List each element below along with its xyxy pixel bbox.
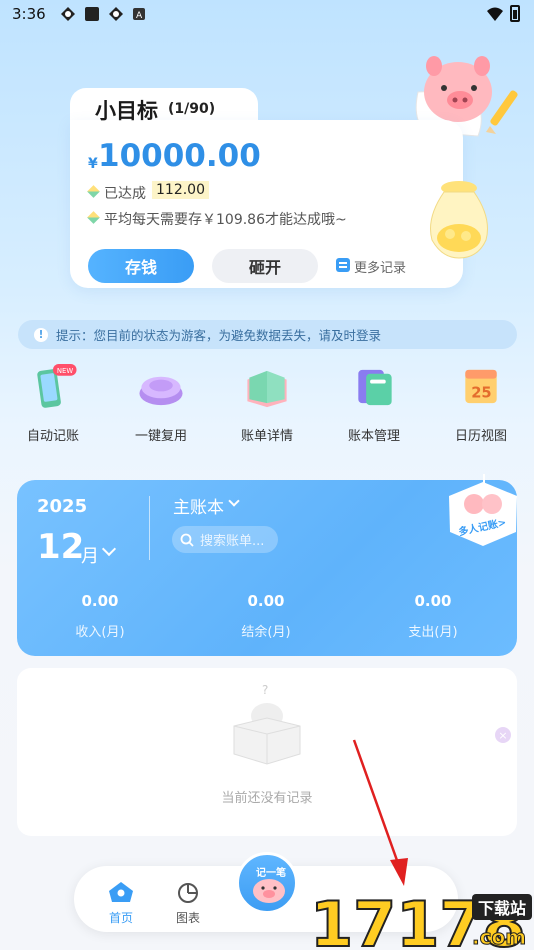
break-button[interactable]: 砸开 <box>212 249 318 283</box>
goal-count: (1/90) <box>168 101 216 117</box>
calendar-day: 25 <box>471 384 491 401</box>
search-placeholder: 搜索账单... <box>200 534 265 549</box>
book-selector[interactable]: 主账本 <box>173 493 224 518</box>
feature-label: 日历视图 <box>454 429 507 444</box>
balance-label: 结余(月) <box>241 625 291 640</box>
notice-text: 提示：您目前的状态为游客，为避免数据丢失，请及时登录 <box>56 328 382 343</box>
feature-label: 自动记账 <box>26 429 79 444</box>
watermark-suffix: .com <box>472 925 526 949</box>
feature-one-click-reuse[interactable]: 一键复用 <box>117 362 205 444</box>
feature-label: 账单详情 <box>240 429 293 444</box>
feature-auto-record[interactable]: NEW 自动记账 <box>9 362 97 444</box>
svg-text:A: A <box>136 11 143 20</box>
new-badge: NEW <box>57 367 73 375</box>
daily-hint: 平均每天需要存￥109.86才能达成哦~ <box>104 212 347 228</box>
guest-notice-bar[interactable]: ! 提示：您目前的状态为游客，为避免数据丢失，请及时登录 <box>18 320 517 349</box>
account-month[interactable]: 12 <box>37 527 84 567</box>
site-watermark: 17178 下载站 .com <box>309 887 532 950</box>
income-value: 0.00 <box>81 592 119 610</box>
feature-ledger-manage[interactable]: 账本管理 <box>330 362 418 444</box>
nav-home[interactable]: 首页 <box>104 909 138 926</box>
save-button[interactable]: 存钱 <box>88 249 194 283</box>
info-icon: ! <box>34 327 48 342</box>
add-record-button[interactable] <box>236 852 298 914</box>
copy-button-icon <box>139 376 183 406</box>
add-record-label[interactable]: 记一笔 <box>256 864 286 879</box>
svg-text:?: ? <box>262 683 268 697</box>
calendar-icon: 25 <box>465 369 497 404</box>
feature-label: 账本管理 <box>347 429 400 444</box>
pie-chart-icon[interactable] <box>171 880 205 904</box>
app-square-icon <box>85 7 99 21</box>
search-bills-input[interactable]: 搜索账单... <box>172 526 278 553</box>
battery-icon <box>510 5 520 22</box>
wifi-icon <box>487 7 503 21</box>
divider <box>149 496 150 560</box>
more-records-icon[interactable] <box>336 258 350 272</box>
feature-label: 一键复用 <box>134 429 187 444</box>
income-label: 收入(月) <box>75 625 125 640</box>
month-unit[interactable]: 月 <box>81 542 99 568</box>
expense-value: 0.00 <box>414 592 452 610</box>
app-a-icon: A <box>133 8 145 20</box>
expense-label: 支出(月) <box>408 625 458 640</box>
more-records-link[interactable]: 更多记录 <box>354 257 406 276</box>
balance-value: 0.00 <box>247 592 285 610</box>
status-bar <box>0 0 534 28</box>
feature-bill-detail[interactable]: 账单详情 <box>223 362 311 444</box>
annotation-arrow <box>352 739 408 886</box>
empty-box-icon: ? <box>233 683 301 765</box>
phone-icon: NEW <box>37 363 77 408</box>
ledger-icon <box>358 369 392 406</box>
goal-currency: ¥ <box>88 156 98 172</box>
multi-user-record-badge[interactable]: 多人记账> <box>444 474 522 548</box>
goal-amount: 10000.00 <box>98 138 261 174</box>
watermark-tag: 下载站 <box>478 899 526 918</box>
app-notification-icon-2 <box>109 7 123 21</box>
nav-chart[interactable]: 图表 <box>171 909 205 926</box>
feature-calendar-view[interactable]: 25 日历视图 <box>437 362 525 444</box>
search-icon <box>180 533 194 547</box>
bill-book-icon <box>247 370 287 408</box>
achieved-value: 112.00 <box>152 181 209 199</box>
empty-state-text: 当前还没有记录 <box>221 791 313 806</box>
close-icon[interactable]: × <box>495 727 511 743</box>
goal-title: 小目标 <box>95 99 158 123</box>
achieved-label: 已达成 <box>104 186 146 202</box>
status-time: 3:36 <box>12 5 46 23</box>
money-pot-icon <box>430 181 488 259</box>
home-icon[interactable] <box>104 880 138 904</box>
account-year: 2025 <box>37 496 88 517</box>
app-notification-icon <box>61 7 75 21</box>
